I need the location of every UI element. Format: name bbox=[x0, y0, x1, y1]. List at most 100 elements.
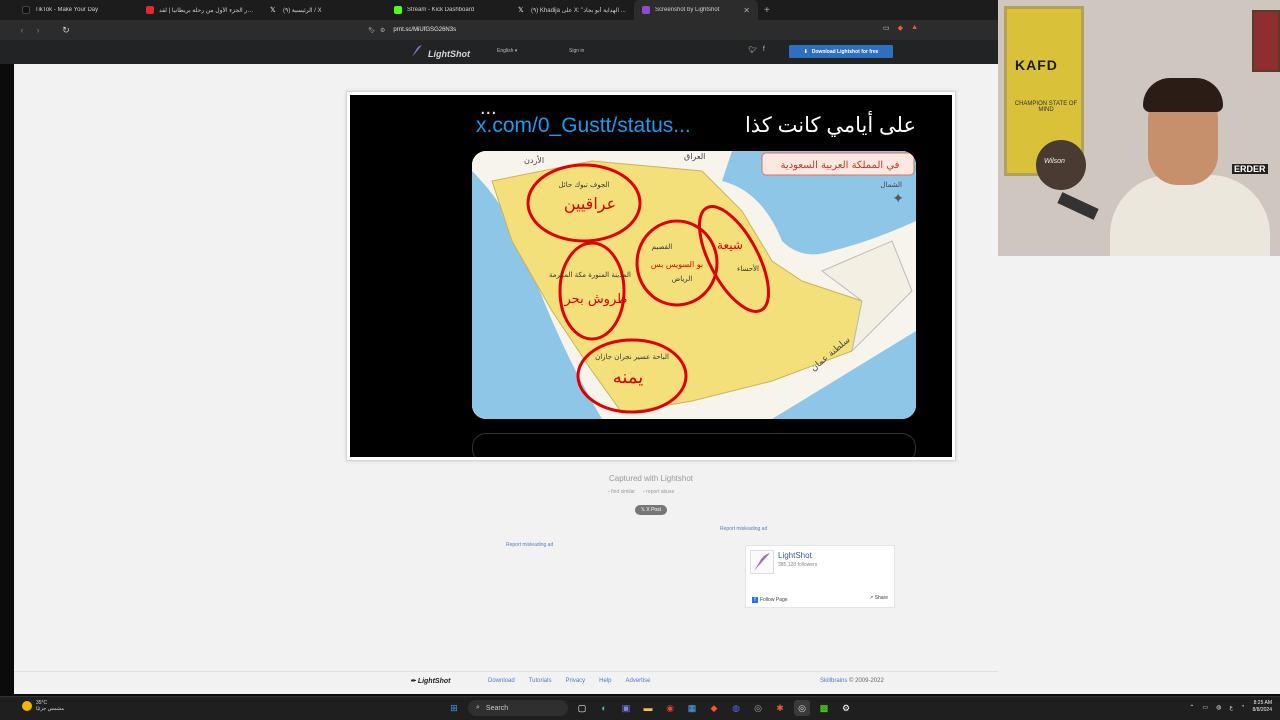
clock-time: 8:25 AM bbox=[1253, 700, 1272, 706]
report-ad-link-left[interactable]: Report misleading ad bbox=[506, 542, 553, 548]
cast-icon[interactable]: ▭ bbox=[883, 24, 890, 32]
share-button[interactable]: ↗ Share bbox=[869, 595, 888, 601]
brand-name: LightShot bbox=[428, 49, 470, 59]
facebook-icon: f bbox=[752, 597, 758, 603]
new-tab-icon[interactable]: + bbox=[758, 5, 776, 16]
social-links: 🐦︎ f bbox=[748, 46, 765, 54]
footer-logo[interactable]: ✒ LightShot bbox=[410, 677, 450, 685]
teams-icon[interactable]: ▣ bbox=[618, 700, 634, 716]
settings-icon[interactable]: ⚙ bbox=[838, 700, 854, 716]
mic-icon[interactable]: ◍ bbox=[1216, 704, 1221, 711]
reload-icon[interactable]: ↻ bbox=[58, 22, 74, 38]
language-selector[interactable]: English ▾ bbox=[497, 48, 517, 54]
label-north: الشمال bbox=[880, 181, 902, 189]
map-title: في المملكة العربية السعودية bbox=[781, 160, 900, 171]
tweet-reply-bar bbox=[472, 433, 916, 457]
brave-rewards-icon[interactable]: ▲ bbox=[911, 24, 918, 32]
discord-icon[interactable]: ◍ bbox=[728, 700, 744, 716]
label-south-circled: يمنه bbox=[613, 367, 644, 388]
windows-taskbar: 35°C مشمس جزئيًا ⊞ ⌕ Search ▢ ◐ ▣ ▬ ◉ ▦ … bbox=[0, 696, 1280, 720]
label-west-cities: المدينة المنورة مكة المكرمة bbox=[549, 271, 631, 279]
saudi-map: في المملكة العربية السعودية العراق الأرد… bbox=[472, 151, 916, 419]
address-bar[interactable]: 🔖︎ ⚙︎ prnt.sc/MiUfGSG26N3s bbox=[368, 23, 920, 37]
app-icon[interactable]: ✱ bbox=[772, 700, 788, 716]
kick-icon[interactable]: ▩ bbox=[816, 700, 832, 716]
tab-lightshot[interactable]: Screenshot by Lightshot ✕ bbox=[634, 0, 758, 20]
label-iraq: العراق bbox=[684, 152, 705, 161]
lightshot-feather-icon bbox=[642, 6, 650, 14]
facebook-icon[interactable]: f bbox=[763, 46, 765, 54]
clock[interactable]: 8:25 AM 8/8/2024 bbox=[1253, 700, 1272, 714]
brave-shield-icon[interactable]: ◆ bbox=[898, 24, 903, 32]
browser-tab-bar: TikTok - Make Your Day طيور الجزء الأول … bbox=[0, 0, 998, 20]
chevron-up-icon[interactable]: ⌃ bbox=[1189, 704, 1194, 711]
label-riyadh: الرياض bbox=[672, 275, 693, 283]
fb-page-name[interactable]: LightShot bbox=[778, 551, 812, 560]
follow-page-button[interactable]: f Follow Page bbox=[752, 595, 788, 605]
tab-label: TikTok - Make Your Day bbox=[35, 7, 99, 13]
footer-link-tutorials[interactable]: Tutorials bbox=[529, 678, 552, 684]
weather-widget[interactable]: 35°C مشمس جزئيًا bbox=[22, 700, 64, 712]
copyright: Skillbrains © 2009-2022 bbox=[820, 678, 884, 684]
tab-x-khadija[interactable]: 𝕏 (٩) Khadija على X: "الهداية أبو بجاد .… bbox=[510, 0, 634, 20]
tab-label: Screenshot by Lightshot bbox=[655, 7, 720, 13]
task-view-icon[interactable]: ▢ bbox=[574, 700, 590, 716]
tweet-link: x.com/0_Gustt/status... bbox=[476, 113, 691, 137]
download-button[interactable]: ⬇ Download Lightshot for free bbox=[789, 45, 893, 58]
brave-icon[interactable]: ◆ bbox=[706, 700, 722, 716]
bookmark-icon[interactable]: 🔖︎ bbox=[368, 27, 376, 34]
language-label: English bbox=[497, 48, 514, 54]
label-south-cities: الباحة عسير نجران جازان bbox=[595, 353, 669, 361]
tab-youtube[interactable]: طيور الجزء الأول من رحلة بريطانيا | لقد.… bbox=[138, 0, 262, 20]
download-icon: ⬇ bbox=[803, 48, 808, 55]
footer-link-advertise[interactable]: Advertise bbox=[626, 678, 651, 684]
tweet-text-line: x.com/0_Gustt/status... على أيامي كانت ك… bbox=[476, 113, 916, 138]
close-icon[interactable]: ✕ bbox=[743, 6, 750, 15]
windows-start-icon[interactable]: ⊞ bbox=[446, 700, 462, 716]
steam-icon[interactable]: ◎ bbox=[750, 700, 766, 716]
label-ahsa: الأحساء bbox=[737, 264, 759, 273]
volume-icon[interactable]: ◔ bbox=[1241, 704, 1245, 710]
chrome-icon[interactable]: ◉ bbox=[662, 700, 678, 716]
footer-link-privacy[interactable]: Privacy bbox=[565, 678, 585, 684]
share-label: Share bbox=[874, 595, 888, 601]
footer-link-download[interactable]: Download bbox=[488, 678, 515, 684]
taskbar-search[interactable]: ⌕ Search bbox=[468, 700, 568, 716]
tab-x-home[interactable]: 𝕏 (٩) الرئيسية / X bbox=[262, 0, 386, 20]
system-tray: ⌃ ▭ ◍ ع ◔ 8:25 AM 8/8/2024 bbox=[1189, 700, 1272, 714]
network-icon[interactable]: ▭ bbox=[1202, 704, 1208, 711]
file-explorer-icon[interactable]: ▬ bbox=[640, 700, 656, 716]
taskbar-apps: ⊞ ⌕ Search ▢ ◐ ▣ ▬ ◉ ▦ ◆ ◍ ◎ ✱ ◎ ▩ ⚙ bbox=[446, 700, 854, 716]
report-ad-link-right[interactable]: Report misleading ad bbox=[720, 526, 767, 532]
search-label: Search bbox=[485, 704, 509, 712]
background-sign: ERDER bbox=[1232, 164, 1268, 174]
label-qassim: القصيم bbox=[652, 243, 673, 251]
compass-icon: ✦ bbox=[892, 190, 904, 206]
streamer-shirt bbox=[1110, 175, 1270, 256]
jersey-brand: KAFD bbox=[1015, 57, 1058, 73]
report-abuse-link[interactable]: report abuse bbox=[643, 489, 674, 495]
screenshot-image[interactable]: ... x.com/0_Gustt/status... على أيامي كا… bbox=[350, 95, 952, 457]
forward-icon[interactable]: › bbox=[30, 22, 46, 38]
back-icon[interactable]: ‹ bbox=[14, 22, 30, 38]
store-icon[interactable]: ▦ bbox=[684, 700, 700, 716]
twitter-icon[interactable]: 🐦︎ bbox=[748, 46, 757, 54]
ball-brand: Wilson bbox=[1044, 158, 1065, 165]
obs-icon[interactable]: ◎ bbox=[794, 700, 810, 716]
find-similar-link[interactable]: find similar bbox=[608, 489, 635, 495]
kick-icon bbox=[394, 6, 402, 14]
footer-link-help[interactable]: Help bbox=[599, 678, 611, 684]
sun-icon bbox=[22, 701, 32, 711]
screen: TikTok - Make Your Day طيور الجزء الأول … bbox=[0, 0, 1280, 720]
fb-followers: 385,128 followers bbox=[778, 562, 818, 568]
skillbrains-link[interactable]: Skillbrains bbox=[820, 678, 847, 684]
avatar[interactable] bbox=[750, 550, 774, 574]
x-post-button[interactable]: 𝕏 X Post bbox=[635, 505, 667, 515]
tab-tiktok[interactable]: TikTok - Make Your Day bbox=[14, 0, 138, 20]
language-indicator[interactable]: ع bbox=[1229, 704, 1233, 711]
edge-icon[interactable]: ◐ bbox=[596, 700, 612, 716]
site-info-icon[interactable]: ⚙︎ bbox=[380, 27, 385, 34]
browser-toolbar: ‹ › ↻ 🔖︎ ⚙︎ prnt.sc/MiUfGSG26N3s ▭ ◆ ▲ bbox=[0, 20, 998, 40]
tab-kick[interactable]: Stream - Kick Dashboard bbox=[386, 0, 510, 20]
signin-link[interactable]: Sign in bbox=[569, 48, 584, 54]
